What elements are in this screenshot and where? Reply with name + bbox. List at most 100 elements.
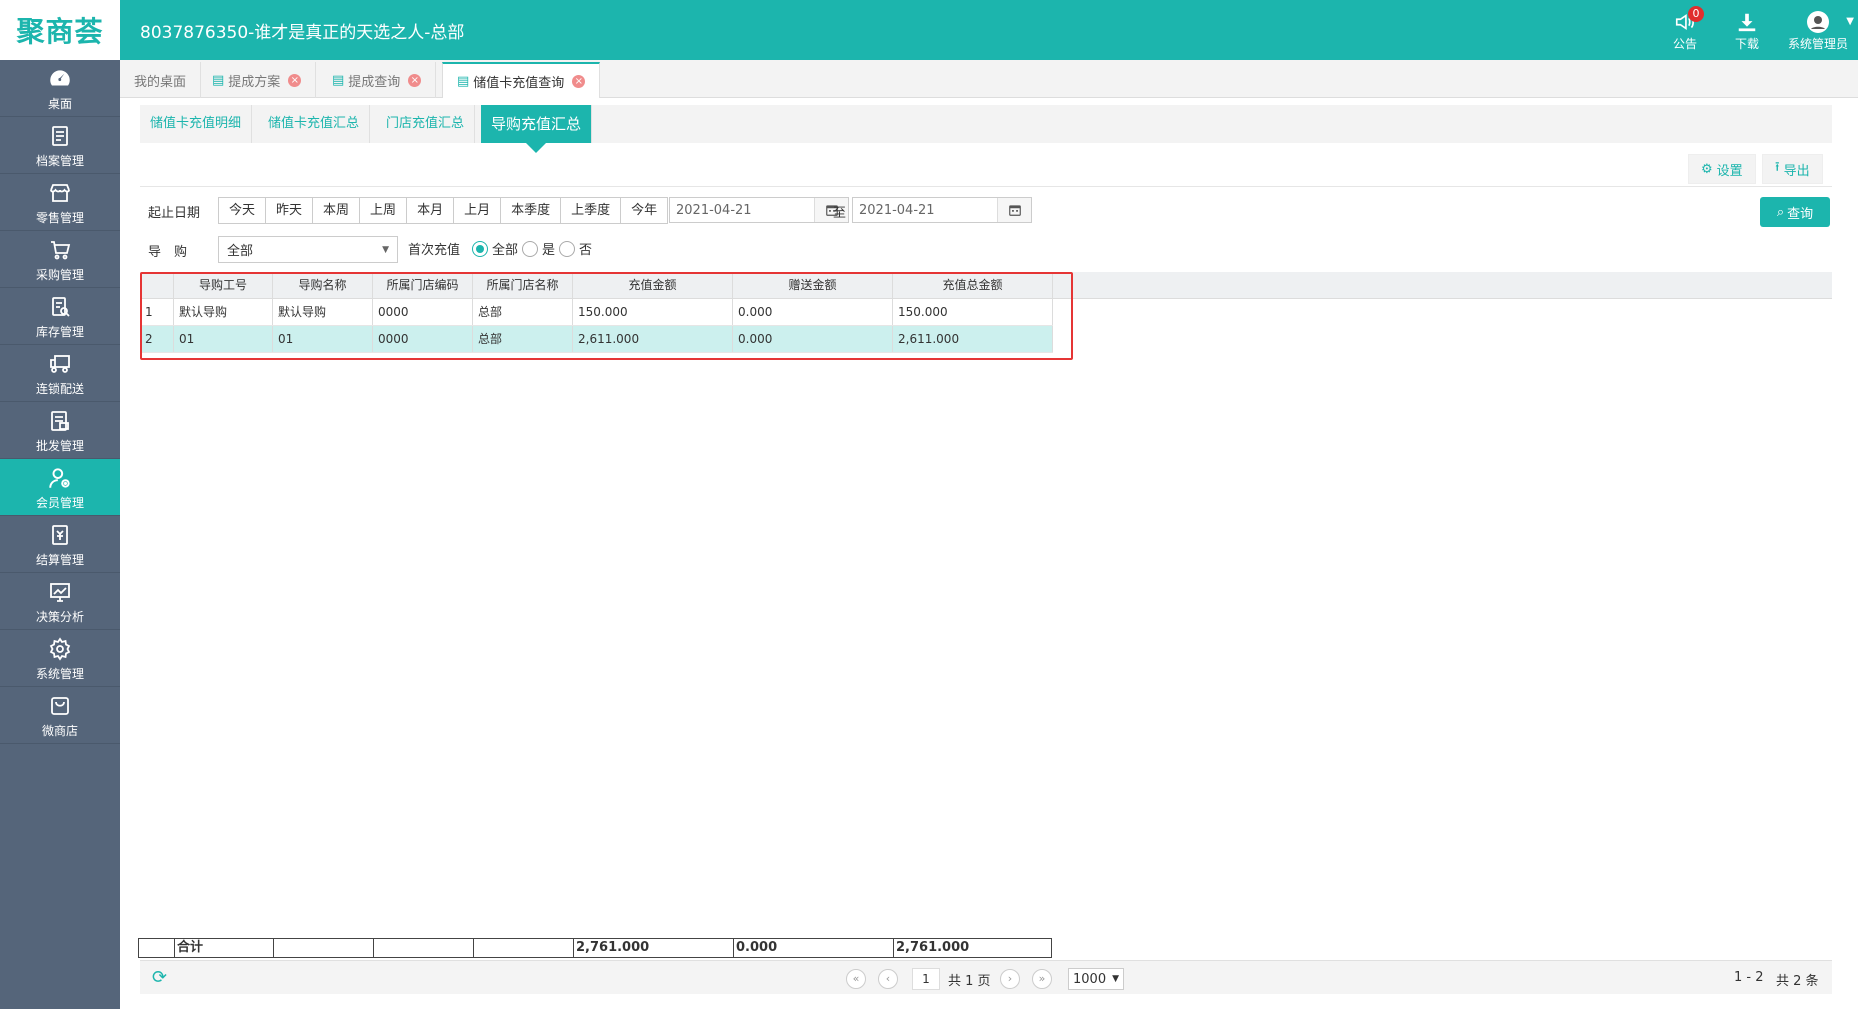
subtab-guide-summary[interactable]: 导购充值汇总 [481,105,593,153]
download-button[interactable]: 下载 [1716,0,1778,60]
start-date-input[interactable] [670,198,814,222]
user-menu-button[interactable]: 系统管理员 ▼ [1778,0,1858,60]
total-blank-cell [274,939,374,957]
export-label: 导出 [1783,163,1810,179]
quick-date-yesterday[interactable]: 昨天 [266,198,314,223]
end-date-input[interactable] [853,198,997,222]
settlement-icon [46,521,74,549]
export-button[interactable]: ⭱ 导出 [1762,154,1823,184]
to-label: 至 [833,206,847,221]
cell-gift-amount: 0.000 [733,326,893,352]
sidebar-item-desktop[interactable]: 桌面 [0,60,120,117]
total-row: 合计 2,761.000 0.000 2,761.000 [138,938,1052,958]
page-number-input[interactable]: 1 [912,968,940,990]
subtab-store-summary[interactable]: 门店充值汇总 [376,105,476,143]
subtab-card-summary[interactable]: 储值卡充值汇总 [258,105,371,143]
first-charge-filter: 首次充值 全部 是 否 [408,239,592,258]
total-gift-amount: 0.000 [734,939,894,957]
total-blank-cell [374,939,474,957]
guide-select-value: 全部 [227,244,254,259]
close-icon[interactable]: × [288,73,302,87]
inventory-icon [46,293,74,321]
notice-button[interactable]: 0 公告 [1654,0,1716,60]
radio-all[interactable] [472,240,489,257]
total-pages-text: 共 1 页 [948,974,991,989]
settings-label: 设置 [1716,163,1743,179]
column-header[interactable]: 赠送金额 [733,272,893,298]
chevron-down-icon: ▼ [1112,974,1119,984]
quick-date-this-quarter[interactable]: 本季度 [501,198,562,223]
sidebar-item-microshop[interactable]: 微商店 [0,687,120,744]
column-header[interactable]: 充值总金额 [893,272,1053,298]
radio-no-label: 否 [579,243,593,258]
column-header[interactable]: 所属门店编码 [373,272,473,298]
tab-stored-card-query[interactable]: ▤ 储值卡充值查询 × [442,62,601,98]
sidebar-item-label: 采购管理 [35,267,84,282]
calendar-icon[interactable] [997,198,1031,222]
sidebar-item-label: 会员管理 [35,495,84,510]
cart-icon [46,236,74,264]
column-header[interactable]: 导购工号 [174,272,273,298]
cell-total-amount: 150.000 [893,299,1053,325]
settings-button[interactable]: ⚙ 设置 [1688,154,1756,184]
close-icon[interactable]: × [572,74,586,88]
radio-yes[interactable] [522,240,539,257]
radio-no[interactable] [559,240,576,257]
column-header[interactable]: 导购名称 [273,272,373,298]
sidebar-item-system[interactable]: 系统管理 [0,630,120,687]
sidebar-item-inventory[interactable]: 库存管理 [0,288,120,345]
chart-icon [46,578,74,606]
total-sum-amount: 2,761.000 [896,940,970,955]
sidebar-item-label: 决策分析 [35,609,84,624]
prev-page-button[interactable]: ‹ [878,969,898,989]
sidebar-item-label: 档案管理 [35,153,84,168]
guide-label: 导 购 [148,245,188,260]
sidebar-item-archive[interactable]: 档案管理 [0,117,120,174]
radio-yes-label: 是 [542,243,556,258]
total-label: 合计 [175,939,274,957]
guide-select[interactable]: 全部 ▼ [218,236,398,263]
query-button[interactable]: ⌕ 查询 [1760,197,1830,227]
tab-commission-query[interactable]: ▤ 提成查询 × [318,62,437,98]
quick-date-last-week[interactable]: 上周 [360,198,408,223]
start-date-field [669,197,849,223]
tab-my-desktop[interactable]: 我的桌面 [120,62,202,98]
column-header[interactable]: 充值金额 [573,272,733,298]
first-page-button[interactable]: « [846,969,866,989]
sidebar-item-analysis[interactable]: 决策分析 [0,573,120,630]
sub-tabs: 储值卡充值明细 储值卡充值汇总 门店充值汇总 导购充值汇总 [140,105,1832,153]
avatar [1805,9,1831,35]
sidebar-item-delivery[interactable]: 连锁配送 [0,345,120,402]
tab-commission-plan[interactable]: ▤ 提成方案 × [198,62,317,98]
quick-date-this-week[interactable]: 本周 [313,198,361,223]
last-page-button[interactable]: » [1032,969,1052,989]
quick-date-last-quarter[interactable]: 上季度 [561,198,622,223]
quick-date-last-month[interactable]: 上月 [454,198,502,223]
end-date-field [852,197,1032,223]
next-page-button[interactable]: › [1000,969,1020,989]
tab-label: 储值卡充值查询 [473,75,565,91]
quick-date-this-month[interactable]: 本月 [407,198,455,223]
sidebar-item-purchase[interactable]: 采购管理 [0,231,120,288]
chevron-down-icon: ▼ [1846,16,1854,27]
sidebar-item-member[interactable]: 会员管理 [0,459,120,516]
subtab-card-detail[interactable]: 储值卡充值明细 [140,105,253,143]
refresh-icon[interactable]: ⟳ [152,967,167,988]
cell-charge-amount: 2,611.000 [573,326,733,352]
column-header[interactable]: 所属门店名称 [473,272,573,298]
cell-store-name: 总部 [473,299,573,325]
table-row[interactable]: 2 01 01 0000 总部 2,611.000 0.000 2,611.00… [140,326,1053,353]
sidebar-item-retail[interactable]: 零售管理 [0,174,120,231]
document-icon: ▤ [212,72,225,88]
sidebar-item-wholesale[interactable]: 批发管理 [0,402,120,459]
archive-icon [46,122,74,150]
quick-date-today[interactable]: 今天 [219,198,267,223]
app-title: 8037876350-谁才是真正的天选之人-总部 [140,23,465,43]
close-icon[interactable]: × [408,73,422,87]
toolbar-divider [140,186,1832,187]
quick-date-this-year[interactable]: 今年 [621,198,667,223]
table-row[interactable]: 1 默认导购 默认导购 0000 总部 150.000 0.000 150.00… [140,299,1053,326]
total-charge-amount: 2,761.000 [574,939,734,957]
sidebar-item-settlement[interactable]: 结算管理 [0,516,120,573]
page-size-select[interactable]: 1000 ▼ [1068,968,1124,990]
